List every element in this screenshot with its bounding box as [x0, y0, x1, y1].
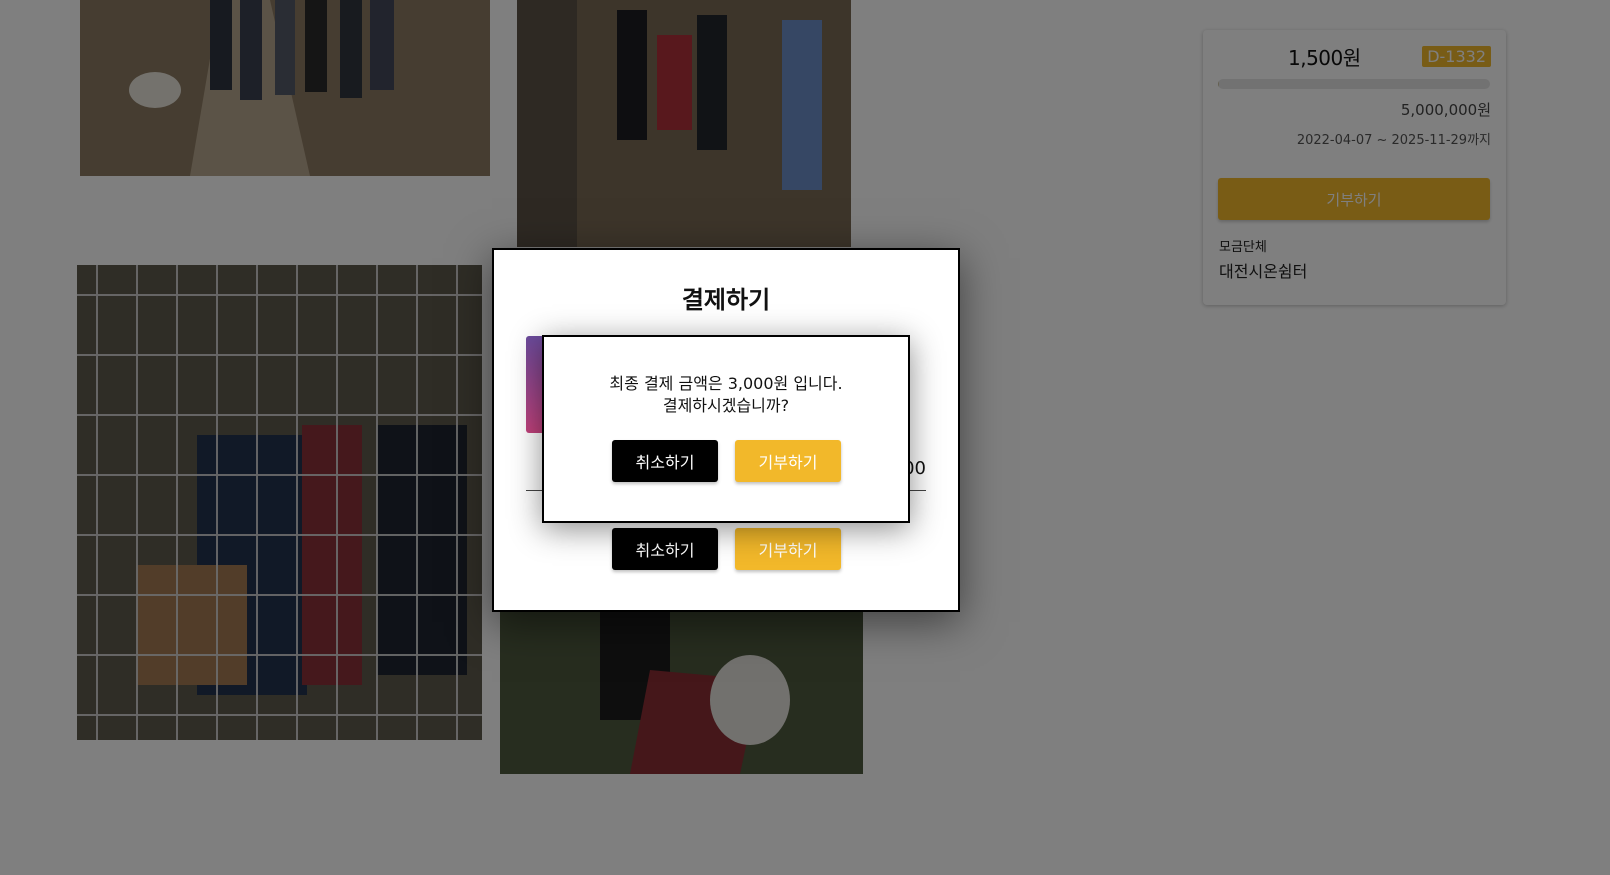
confirm-message-line2: 결제하시겠습니까? — [662, 396, 790, 415]
confirm-dialog: 최종 결제 금액은 3,000원 입니다. 결제하시겠습니까? 취소하기 기부하… — [542, 335, 910, 523]
confirm-cancel-button[interactable]: 취소하기 — [612, 440, 718, 482]
payment-donate-button[interactable]: 기부하기 — [735, 528, 841, 570]
payment-modal-title: 결제하기 — [681, 286, 771, 314]
confirm-donate-button[interactable]: 기부하기 — [735, 440, 841, 482]
confirm-message: 최종 결제 금액은 3,000원 입니다. 결제하시겠습니까? — [544, 373, 908, 417]
confirm-message-line1: 최종 결제 금액은 3,000원 입니다. — [609, 374, 843, 393]
payment-cancel-button[interactable]: 취소하기 — [612, 528, 718, 570]
